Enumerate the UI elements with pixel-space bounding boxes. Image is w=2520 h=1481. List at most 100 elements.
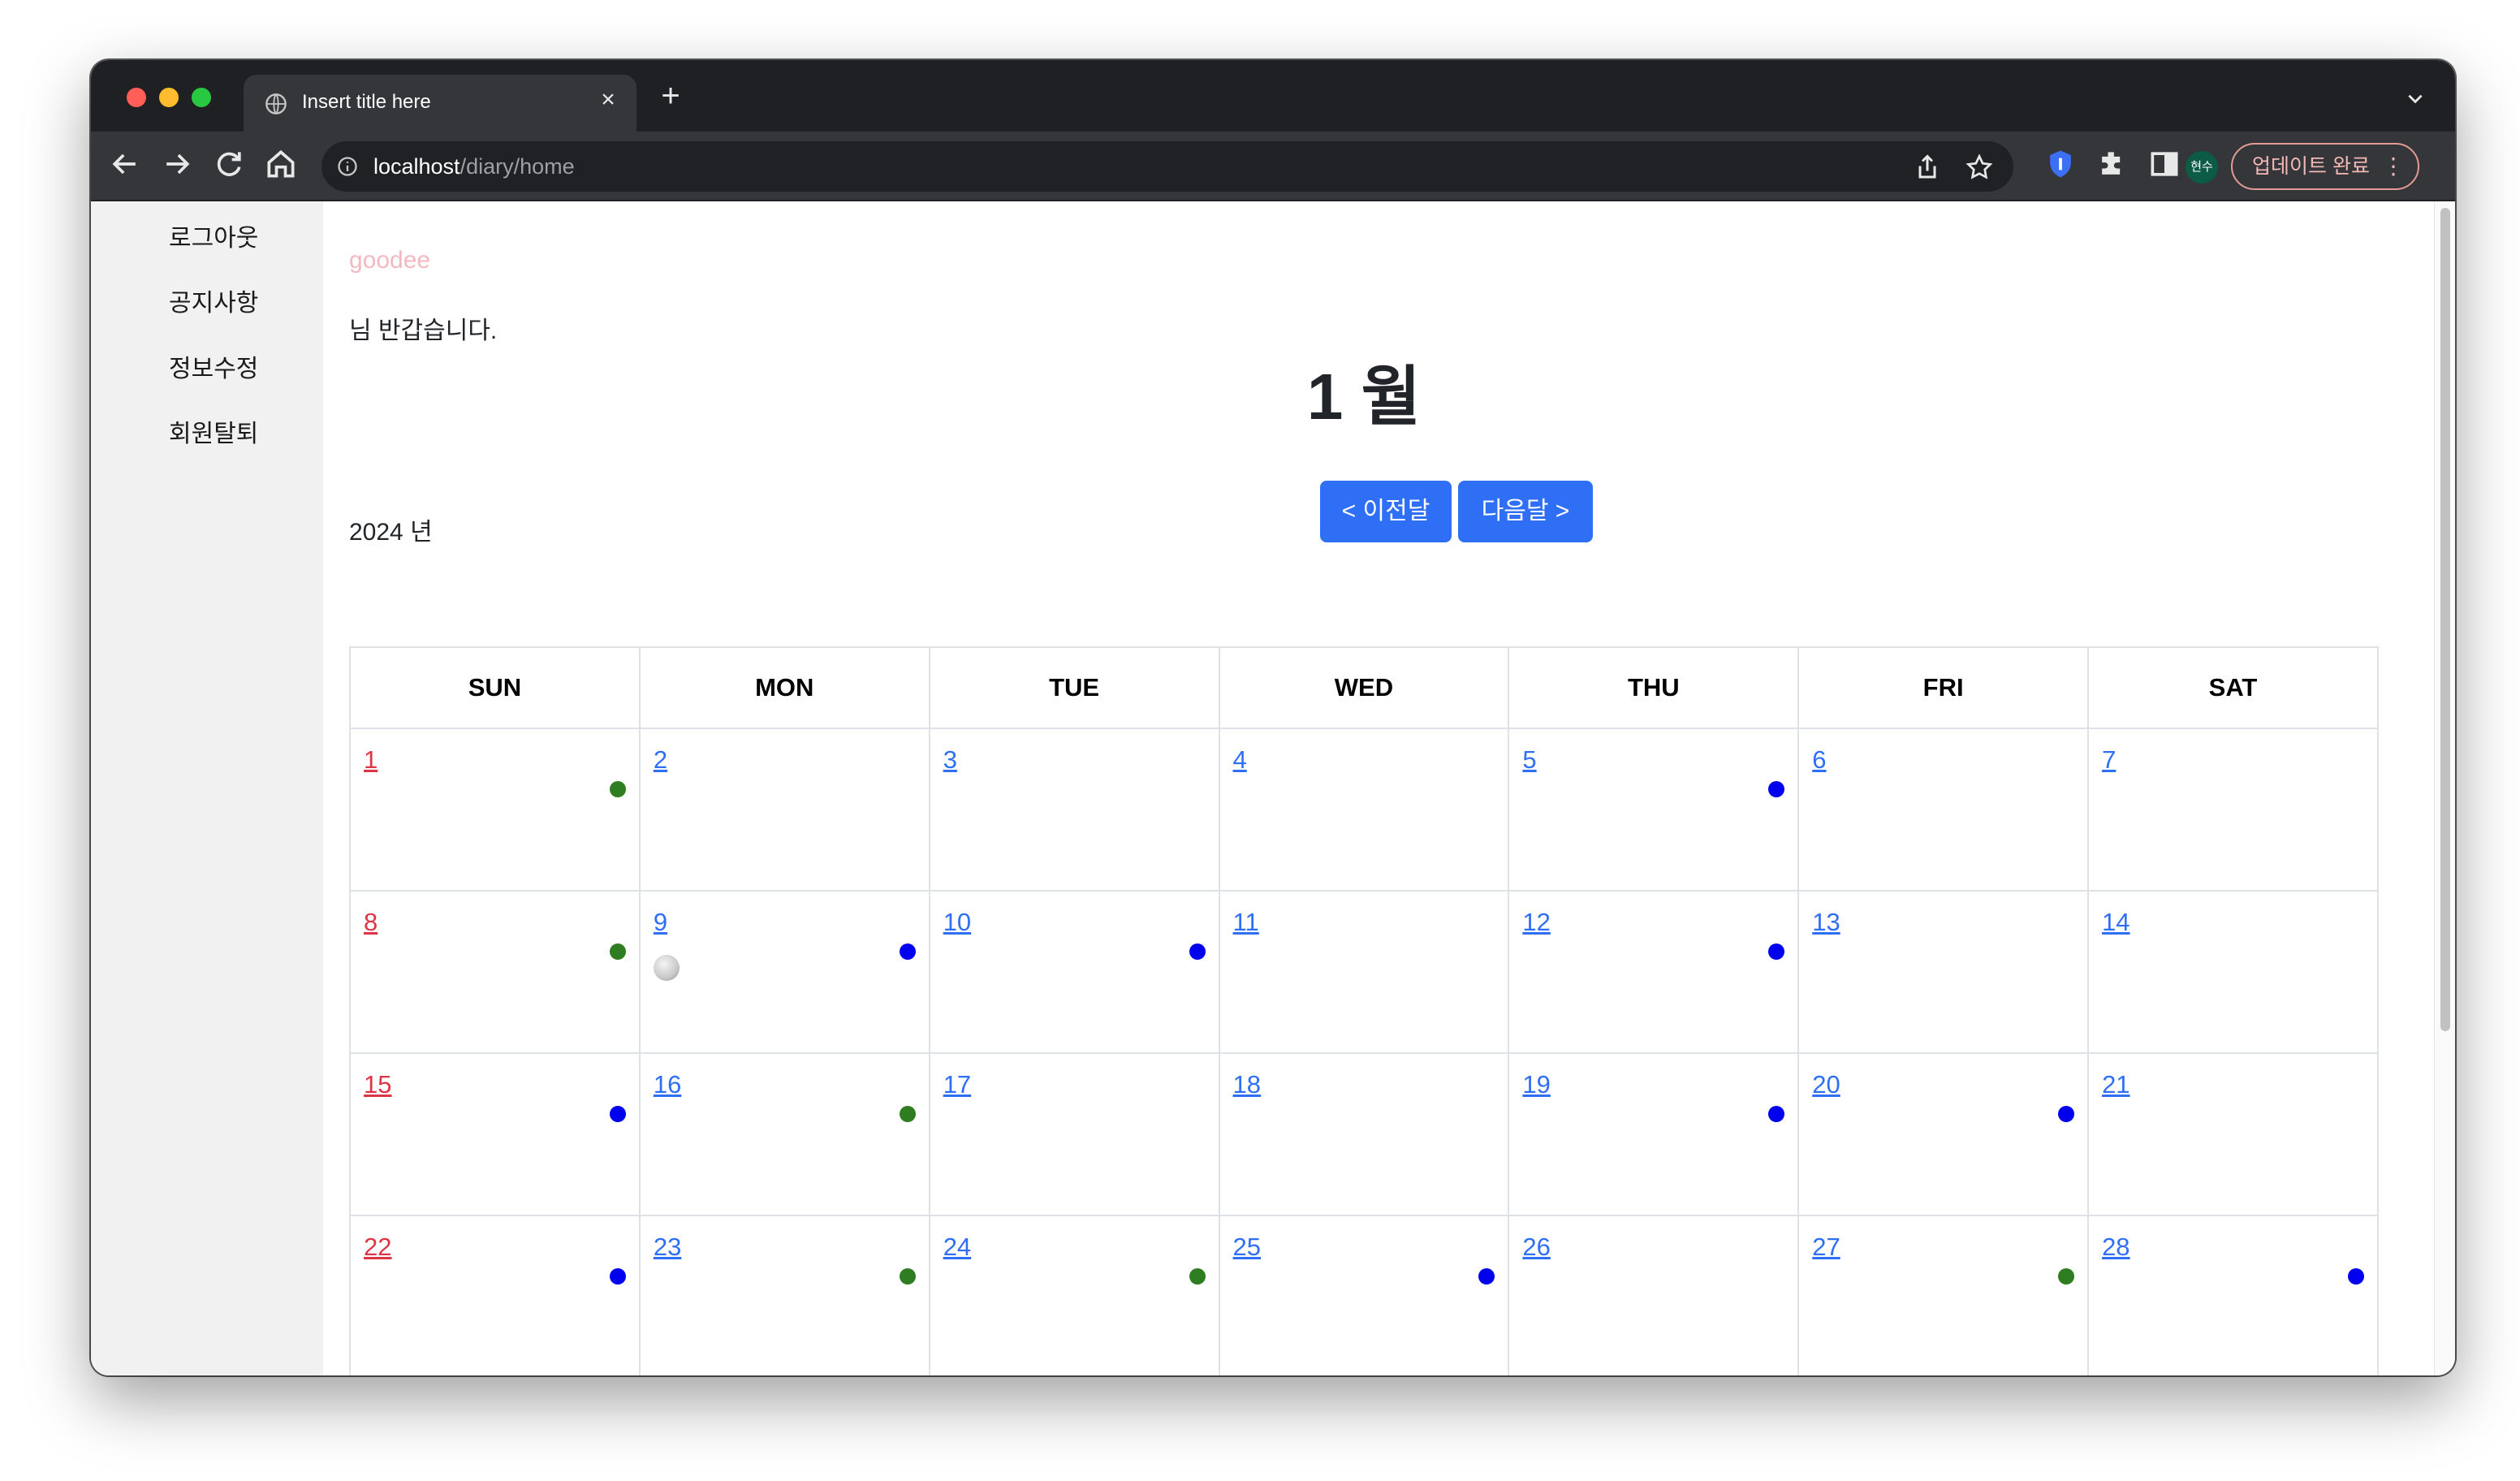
- calendar-day-cell[interactable]: 19: [1508, 1052, 1800, 1216]
- calendar-day-cell[interactable]: 4: [1218, 728, 1510, 892]
- share-icon[interactable]: [1913, 153, 1942, 182]
- calendar-day-cell[interactable]: 27: [1797, 1215, 2090, 1375]
- day-link[interactable]: 6: [1812, 745, 1826, 775]
- weekday-header: FRI: [1797, 646, 2090, 729]
- maximize-window-button[interactable]: [192, 88, 211, 107]
- close-window-button[interactable]: [127, 88, 146, 107]
- blue-event-dot: [1189, 943, 1206, 960]
- user-id: goodee: [349, 247, 431, 274]
- calendar-day-cell[interactable]: 7: [2087, 728, 2379, 892]
- day-link[interactable]: 17: [943, 1070, 971, 1099]
- day-link[interactable]: 10: [943, 908, 971, 937]
- sidebar-item-edit-profile[interactable]: 정보수정: [169, 348, 258, 384]
- calendar-day-cell[interactable]: 1: [349, 728, 641, 892]
- day-link[interactable]: 4: [1233, 745, 1247, 775]
- more-options-icon[interactable]: ⋮: [2382, 145, 2405, 188]
- calendar-day-cell[interactable]: 26: [1508, 1215, 1800, 1375]
- day-link[interactable]: 21: [2102, 1070, 2129, 1099]
- browser-tab[interactable]: Insert title here ×: [244, 75, 636, 132]
- day-link[interactable]: 26: [1522, 1233, 1550, 1262]
- day-link[interactable]: 11: [1233, 908, 1259, 937]
- calendar-day-cell[interactable]: 23: [638, 1215, 930, 1375]
- day-link[interactable]: 7: [2102, 745, 2116, 775]
- calendar-day-cell[interactable]: 8: [349, 890, 641, 1054]
- weekday-header: SUN: [349, 646, 641, 729]
- calendar-day-cell[interactable]: 12: [1508, 890, 1800, 1054]
- calendar-day-cell[interactable]: 9: [638, 890, 930, 1054]
- profile-avatar[interactable]: 현수: [2186, 151, 2218, 184]
- calendar-day-cell[interactable]: 24: [928, 1215, 1220, 1375]
- day-link[interactable]: 18: [1233, 1070, 1261, 1099]
- calendar-body: 1 2 3 4 5 6 7 8 9 10 11 12 13 14 15 16 17 18 19 20 21 22 23 24 2…: [349, 728, 2379, 1375]
- day-link[interactable]: 13: [1812, 908, 1840, 937]
- password-manager-icon[interactable]: [2043, 146, 2078, 182]
- day-link[interactable]: 19: [1522, 1070, 1550, 1099]
- bookmark-star-icon[interactable]: [1965, 153, 1994, 182]
- calendar-day-cell[interactable]: 16: [638, 1052, 930, 1216]
- tab-strip: Insert title here × +: [91, 60, 2455, 132]
- weekday-header: SAT: [2087, 646, 2379, 729]
- blue-event-dot: [1768, 781, 1785, 797]
- address-bar[interactable]: localhost/diary/home: [321, 141, 2013, 192]
- minimize-window-button[interactable]: [159, 88, 179, 107]
- calendar-day-cell[interactable]: 28: [2087, 1215, 2379, 1375]
- day-link[interactable]: 8: [364, 908, 378, 937]
- calendar-day-cell[interactable]: 17: [928, 1052, 1220, 1216]
- calendar-day-cell[interactable]: 5: [1508, 728, 1800, 892]
- calendar-day-cell[interactable]: 22: [349, 1215, 641, 1375]
- next-month-button[interactable]: 다음달 >: [1458, 481, 1593, 542]
- weekday-header: MON: [638, 646, 930, 729]
- day-link[interactable]: 15: [364, 1070, 391, 1099]
- globe-icon: [265, 93, 287, 114]
- scrollbar-thumb[interactable]: [2440, 208, 2450, 1031]
- new-tab-button[interactable]: +: [654, 80, 687, 112]
- blue-event-dot: [1768, 1106, 1785, 1122]
- day-link[interactable]: 5: [1522, 745, 1536, 775]
- sidebar-item-logout[interactable]: 로그아웃: [169, 218, 258, 253]
- close-tab-icon[interactable]: ×: [596, 86, 620, 114]
- calendar-day-cell[interactable]: 11: [1218, 890, 1510, 1054]
- day-link[interactable]: 22: [364, 1233, 391, 1262]
- site-info-icon[interactable]: [336, 155, 359, 178]
- day-link[interactable]: 27: [1812, 1233, 1840, 1262]
- day-link[interactable]: 9: [654, 908, 667, 937]
- calendar-day-cell[interactable]: 15: [349, 1052, 641, 1216]
- calendar-day-cell[interactable]: 21: [2087, 1052, 2379, 1216]
- blue-event-dot: [899, 943, 916, 960]
- update-label: 업데이트 완료: [2252, 155, 2370, 178]
- green-event-dot: [899, 1268, 916, 1285]
- extensions-puzzle-icon[interactable]: [2095, 146, 2130, 182]
- day-link[interactable]: 3: [943, 745, 957, 775]
- side-panel-icon[interactable]: [2147, 146, 2182, 182]
- day-link[interactable]: 16: [654, 1070, 681, 1099]
- calendar-day-cell[interactable]: 25: [1218, 1215, 1510, 1375]
- home-icon[interactable]: [263, 146, 299, 182]
- day-link[interactable]: 20: [1812, 1070, 1840, 1099]
- sidebar-item-notice[interactable]: 공지사항: [169, 283, 258, 318]
- calendar-day-cell[interactable]: 3: [928, 728, 1220, 892]
- calendar-day-cell[interactable]: 2: [638, 728, 930, 892]
- calendar-day-cell[interactable]: 20: [1797, 1052, 2090, 1216]
- day-link[interactable]: 24: [943, 1233, 971, 1262]
- day-link[interactable]: 12: [1522, 908, 1550, 937]
- reload-icon[interactable]: [211, 146, 247, 182]
- update-button[interactable]: 업데이트 완료 ⋮: [2231, 143, 2419, 190]
- day-link[interactable]: 28: [2102, 1233, 2129, 1262]
- day-link[interactable]: 23: [654, 1233, 681, 1262]
- calendar-day-cell[interactable]: 14: [2087, 890, 2379, 1054]
- day-link[interactable]: 25: [1233, 1233, 1261, 1262]
- chevron-down-icon[interactable]: [2405, 88, 2426, 109]
- forward-arrow-icon[interactable]: [159, 146, 195, 182]
- day-link[interactable]: 2: [654, 745, 667, 775]
- sidebar-item-withdraw[interactable]: 회원탈퇴: [169, 413, 258, 449]
- calendar-day-cell[interactable]: 6: [1797, 728, 2090, 892]
- calendar-day-cell[interactable]: 13: [1797, 890, 2090, 1054]
- calendar-day-cell[interactable]: 18: [1218, 1052, 1510, 1216]
- day-link[interactable]: 1: [364, 745, 378, 775]
- tab-title: Insert title here: [302, 91, 431, 113]
- day-link[interactable]: 14: [2102, 908, 2129, 937]
- prev-month-button[interactable]: < 이전달: [1320, 481, 1452, 542]
- back-arrow-icon[interactable]: [107, 146, 143, 182]
- page-scrollbar[interactable]: [2434, 201, 2455, 1375]
- calendar-day-cell[interactable]: 10: [928, 890, 1220, 1054]
